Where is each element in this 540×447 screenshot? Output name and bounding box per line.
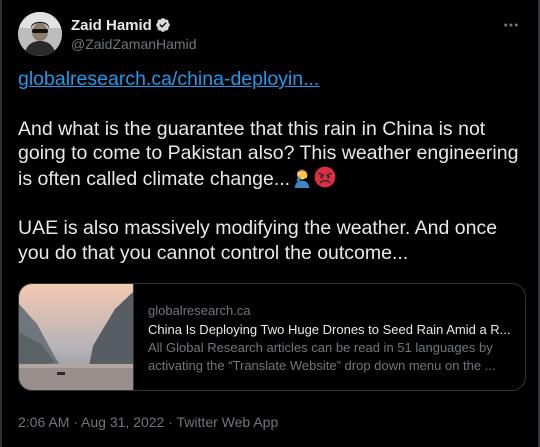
card-domain: globalresearch.ca: [148, 303, 251, 318]
meta-separator: ·: [69, 414, 82, 430]
tweet-text: globalresearch.ca/china-deployin... And …: [18, 67, 526, 265]
card-description-line-1: All Global Research articles can be read…: [148, 340, 493, 355]
card-description: All Global Research articles can be read…: [148, 339, 515, 375]
display-name-row: Zaid Hamid: [71, 15, 196, 35]
card-description-line-2: activating the “Translate Website” drop …: [148, 358, 496, 373]
tweet-paragraph-1-text: And what is the guarantee that this rain…: [18, 117, 519, 190]
tweet-metadata: 2:06 AM · Aug 31, 2022 · Twitter Web App: [18, 414, 278, 430]
tweet-time[interactable]: 2:06 AM: [18, 414, 69, 430]
author-names: Zaid Hamid @ZaidZamanHamid: [71, 15, 196, 53]
tweet-link[interactable]: globalresearch.ca/china-deployin...: [18, 68, 319, 90]
tweet: Zaid Hamid @ZaidZamanHamid globalresearc…: [0, 0, 540, 447]
more-options-button[interactable]: [500, 14, 522, 36]
card-thumbnail: [19, 284, 134, 390]
author-display-name[interactable]: Zaid Hamid: [71, 17, 152, 34]
link-preview-card[interactable]: globalresearch.ca China Is Deploying Two…: [18, 283, 526, 391]
tweet-paragraph-2: UAE is also massively modifying the weat…: [18, 217, 498, 264]
tweet-date[interactable]: Aug 31, 2022: [81, 414, 164, 430]
angry-face-icon: [314, 166, 336, 187]
tweet-header: Zaid Hamid @ZaidZamanHamid: [18, 12, 522, 60]
more-dots-icon: [504, 23, 518, 27]
card-title: China Is Deploying Two Huge Drones to Se…: [148, 322, 511, 337]
card-text: globalresearch.ca China Is Deploying Two…: [148, 302, 515, 375]
verified-badge-icon: [156, 18, 170, 32]
tweet-source[interactable]: Twitter Web App: [177, 414, 279, 430]
meta-separator: ·: [164, 414, 177, 430]
avatar[interactable]: [18, 12, 62, 56]
tweet-paragraph-1: And what is the guarantee that this rain…: [18, 117, 526, 192]
author-handle[interactable]: @ZaidZamanHamid: [71, 36, 196, 52]
man-facepalming-icon: [294, 169, 310, 188]
